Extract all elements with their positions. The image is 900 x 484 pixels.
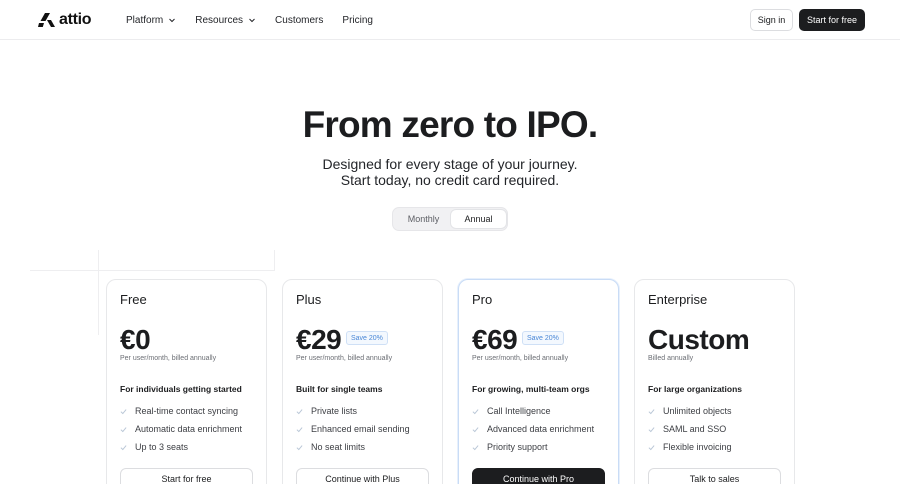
sign-in-button[interactable]: Sign in	[750, 9, 793, 31]
feature-item: Enhanced email sending	[296, 420, 410, 438]
feature-label: Enhanced email sending	[311, 424, 410, 434]
check-icon	[648, 444, 655, 450]
feature-item: No seat limits	[296, 438, 410, 456]
plan-feature-list: Real-time contact syncing Automatic data…	[120, 402, 242, 456]
check-icon	[296, 426, 303, 432]
plan-card-pro: Pro €69 Save 20% Per user/month, billed …	[458, 279, 619, 484]
plan-name: Plus	[296, 292, 322, 307]
plan-audience: Built for single teams	[296, 384, 383, 394]
check-icon	[472, 426, 479, 432]
plan-billing-note: Billed annually	[648, 355, 694, 362]
feature-label: Flexible invoicing	[663, 442, 732, 452]
nav-pricing[interactable]: Pricing	[342, 15, 373, 26]
feature-item: Flexible invoicing	[648, 438, 732, 456]
brand-name: attio	[59, 11, 92, 28]
save-badge: Save 20%	[522, 331, 564, 345]
hero-subtitle-line-1: Designed for every stage of your journey…	[322, 156, 578, 172]
nav-pricing-label: Pricing	[342, 14, 373, 26]
nav-customers[interactable]: Customers	[275, 15, 323, 26]
feature-label: Up to 3 seats	[135, 442, 189, 452]
feature-label: Real-time contact syncing	[135, 406, 239, 416]
plan-billing-note: Per user/month, billed annually	[296, 355, 393, 362]
start-for-free-button[interactable]: Start for free	[799, 9, 865, 31]
plan-audience: For large organizations	[648, 384, 742, 394]
check-icon	[120, 408, 127, 414]
plan-feature-list: Private lists Enhanced email sending No …	[296, 402, 410, 456]
feature-item: Advanced data enrichment	[472, 420, 594, 438]
plan-billing-note: Per user/month, billed annually	[472, 355, 569, 362]
continue-with-plus-button[interactable]: Continue with Plus	[296, 468, 429, 484]
feature-label: Automatic data enrichment	[135, 424, 243, 434]
save-badge: Save 20%	[346, 331, 388, 345]
feature-item: SAML and SSO	[648, 420, 732, 438]
plan-price: €69	[472, 324, 518, 355]
plan-price: Custom	[648, 324, 750, 355]
plan-card-plus: Plus €29 Save 20% Per user/month, billed…	[282, 279, 443, 484]
top-navbar: attio Platform Resources Customers Prici…	[0, 0, 900, 40]
toggle-annual[interactable]: Annual	[451, 210, 506, 228]
toggle-monthly[interactable]: Monthly	[396, 210, 451, 228]
main-nav: Platform Resources Customers Pricing	[126, 0, 373, 40]
billing-period-toggle: Monthly Annual	[392, 207, 508, 231]
plan-name: Enterprise	[648, 292, 708, 307]
plan-audience: For individuals getting started	[120, 384, 242, 394]
feature-label: Call Intelligence	[487, 406, 551, 416]
start-for-free-plan-button[interactable]: Start for free	[120, 468, 253, 484]
nav-platform[interactable]: Platform	[126, 15, 176, 26]
talk-to-sales-button[interactable]: Talk to sales	[648, 468, 781, 484]
feature-item: Real-time contact syncing	[120, 402, 242, 420]
plan-billing-note: Per user/month, billed annually	[120, 355, 217, 362]
check-icon	[120, 444, 127, 450]
plan-audience: For growing, multi-team orgs	[472, 384, 590, 394]
check-icon	[296, 444, 303, 450]
plan-price: €0	[120, 324, 151, 355]
decorative-line	[274, 250, 275, 270]
feature-item: Unlimited objects	[648, 402, 732, 420]
nav-platform-label: Platform	[126, 14, 164, 26]
decorative-line	[30, 270, 275, 271]
nav-resources-label: Resources	[195, 14, 244, 26]
feature-label: No seat limits	[311, 442, 366, 452]
hero-title: From zero to IPO.	[302, 104, 599, 145]
nav-resources[interactable]: Resources	[195, 15, 256, 26]
decorative-line	[98, 250, 99, 335]
check-icon	[120, 426, 127, 432]
feature-label: Unlimited objects	[663, 406, 732, 416]
feature-label: Private lists	[311, 406, 358, 416]
feature-label: Advanced data enrichment	[487, 424, 595, 434]
plan-card-enterprise: Enterprise Custom Billed annually For la…	[634, 279, 795, 484]
attio-logo-icon	[38, 13, 55, 27]
check-icon	[472, 408, 479, 414]
check-icon	[648, 408, 655, 414]
check-icon	[296, 408, 303, 414]
plan-feature-list: Call Intelligence Advanced data enrichme…	[472, 402, 594, 456]
chevron-down-icon	[169, 18, 176, 23]
check-icon	[472, 444, 479, 450]
plan-price: €29	[296, 324, 342, 355]
plan-name: Free	[120, 292, 147, 307]
feature-item: Call Intelligence	[472, 402, 594, 420]
attio-logo[interactable]: attio	[38, 11, 92, 29]
plan-card-free: Free €0 Per user/month, billed annually …	[106, 279, 267, 484]
feature-item: Up to 3 seats	[120, 438, 242, 456]
feature-item: Priority support	[472, 438, 594, 456]
hero-subtitle-line-2: Start today, no credit card required.	[340, 172, 560, 188]
plan-feature-list: Unlimited objects SAML and SSO Flexible …	[648, 402, 732, 456]
feature-label: SAML and SSO	[663, 424, 727, 434]
check-icon	[648, 426, 655, 432]
nav-customers-label: Customers	[275, 14, 324, 26]
plan-name: Pro	[472, 292, 493, 307]
chevron-down-icon	[249, 18, 255, 23]
continue-with-pro-button[interactable]: Continue with Pro	[472, 468, 605, 484]
feature-item: Private lists	[296, 402, 410, 420]
hero-subtitle: Designed for every stage of your journey…	[0, 156, 900, 188]
feature-item: Automatic data enrichment	[120, 420, 242, 438]
feature-label: Priority support	[487, 442, 548, 452]
